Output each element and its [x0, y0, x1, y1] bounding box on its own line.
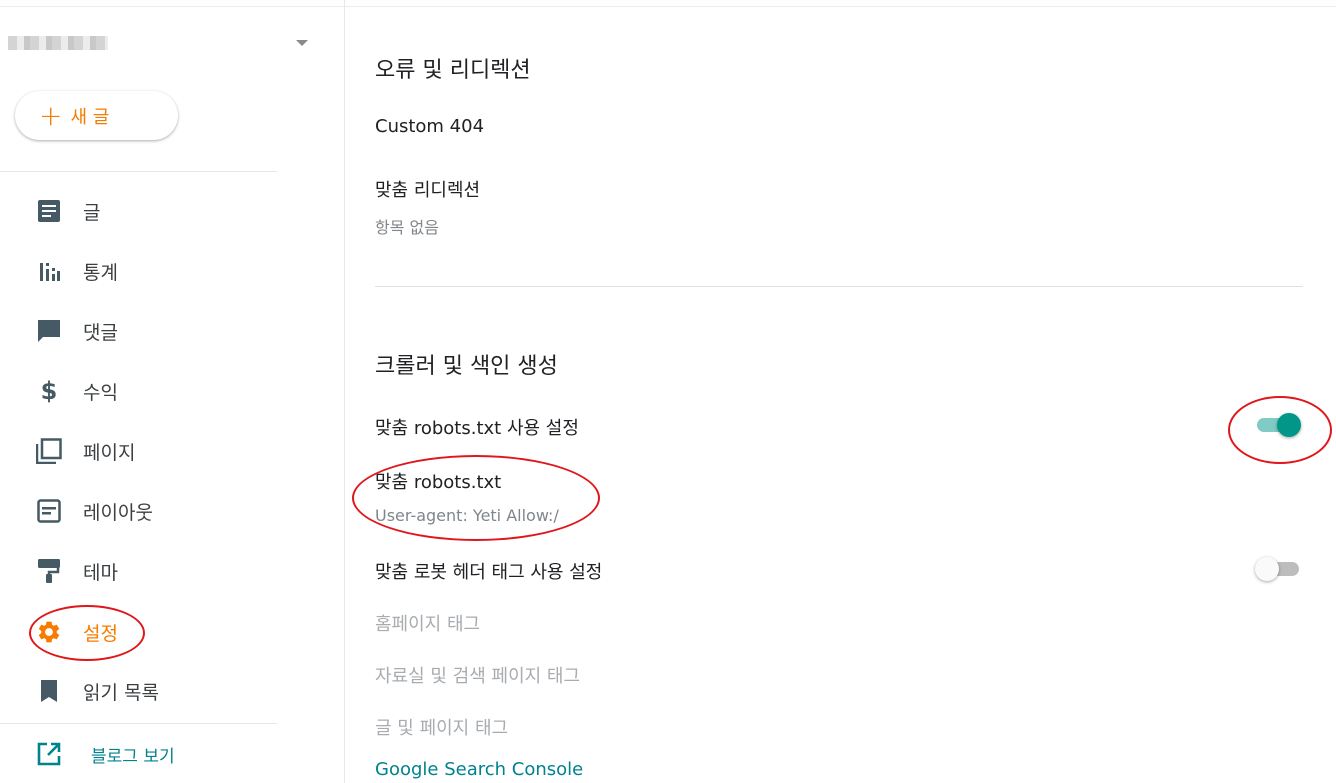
homepage-tags-setting: 홈페이지 태그 [375, 614, 481, 635]
blogger-settings-app: + 새 글 글 통계 댓글 $ 수익 페이지 레이아웃 테마 설정 읽기 목록 … [0, 0, 1336, 783]
new-post-button[interactable]: + 새 글 [15, 91, 178, 140]
enable-header-tags-toggle[interactable] [1255, 555, 1301, 583]
sidebar-item-label: 페이지 [83, 441, 136, 464]
enable-header-tags-label: 맞춤 로봇 헤더 태그 사용 설정 [375, 562, 603, 583]
sidebar-item-stats[interactable]: 통계 [0, 246, 277, 296]
sidebar-item-label: 테마 [83, 561, 118, 584]
sidebar-item-settings[interactable]: 설정 [0, 607, 277, 657]
view-blog-label: 블로그 보기 [91, 746, 175, 767]
view-blog-link[interactable]: 블로그 보기 [0, 729, 277, 779]
sidebar-divider [0, 171, 277, 172]
archive-search-tags-setting: 자료실 및 검색 페이지 태그 [375, 666, 581, 687]
crawlers-section-title: 크롤러 및 색인 생성 [375, 354, 558, 379]
section-divider [375, 286, 1303, 287]
sidebar-item-label: 레이아웃 [83, 501, 153, 524]
pages-icon [36, 438, 62, 464]
sidebar-item-theme[interactable]: 테마 [0, 546, 277, 596]
sidebar-divider [0, 723, 277, 724]
custom-robots-setting[interactable]: 맞춤 robots.txt [375, 468, 501, 494]
blog-selector[interactable] [8, 34, 313, 56]
comments-icon [36, 318, 62, 344]
sidebar-item-label: 글 [83, 201, 101, 224]
new-post-label: 새 글 [70, 106, 110, 128]
custom-redirects-setting[interactable]: 맞춤 리디렉션 [375, 176, 480, 202]
errors-section-title: 오류 및 리디렉션 [375, 58, 531, 83]
sidebar: + 새 글 글 통계 댓글 $ 수익 페이지 레이아웃 테마 설정 읽기 목록 … [0, 0, 345, 783]
sidebar-item-layout[interactable]: 레이아웃 [0, 486, 277, 536]
sidebar-item-label: 읽기 목록 [83, 681, 159, 704]
toggle-thumb [1277, 413, 1301, 437]
google-search-console-link[interactable]: Google Search Console [375, 759, 583, 780]
settings-content: 오류 및 리디렉션 Custom 404 맞춤 리디렉션 항목 없음 크롤러 및… [375, 0, 1305, 783]
sidebar-item-label: 설정 [83, 622, 118, 645]
custom-redirects-value: 항목 없음 [375, 218, 439, 237]
plus-icon: + [39, 98, 63, 132]
custom-robots-value: User-agent: Yeti Allow:/ [375, 506, 559, 525]
posts-icon [36, 198, 62, 224]
paint-roller-icon [36, 558, 62, 584]
custom-404-setting[interactable]: Custom 404 [375, 116, 484, 137]
dollar-icon: $ [40, 377, 58, 405]
sidebar-item-label: 통계 [83, 261, 118, 284]
toggle-thumb [1255, 557, 1279, 581]
sidebar-item-reading-list[interactable]: 읽기 목록 [0, 666, 277, 716]
post-page-tags-setting: 글 및 페이지 태그 [375, 718, 509, 739]
sidebar-item-comments[interactable]: 댓글 [0, 306, 277, 356]
sidebar-item-label: 댓글 [83, 321, 118, 344]
sidebar-item-pages[interactable]: 페이지 [0, 426, 277, 476]
sidebar-item-posts[interactable]: 글 [0, 186, 277, 236]
open-in-new-icon [36, 741, 62, 767]
sidebar-item-label: 수익 [83, 381, 118, 404]
sidebar-item-earnings[interactable]: $ 수익 [0, 366, 277, 416]
enable-robots-toggle[interactable] [1255, 411, 1301, 439]
chevron-down-icon [296, 40, 308, 46]
bookmark-icon [36, 678, 62, 704]
stats-icon [36, 258, 62, 284]
gear-icon [36, 619, 62, 645]
layout-icon [36, 498, 62, 524]
blurred-blog-name [8, 36, 108, 50]
enable-robots-setting-label: 맞춤 robots.txt 사용 설정 [375, 418, 579, 439]
